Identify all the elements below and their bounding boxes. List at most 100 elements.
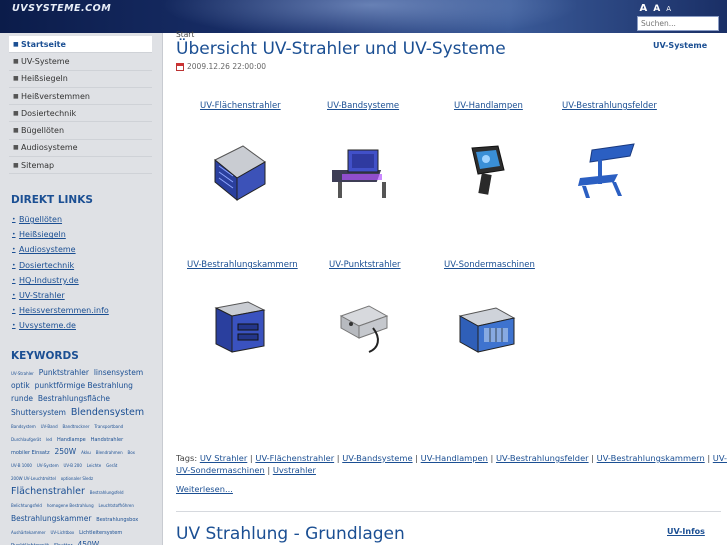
keyword-tag[interactable]: led [46, 437, 52, 442]
keyword-tag[interactable]: Bestrahlungsfläche [38, 394, 110, 403]
tag-link[interactable]: UV Strahler [200, 453, 247, 463]
uv-bestrahlungsfeld-icon[interactable] [574, 142, 638, 202]
nav-item-buegelloeten[interactable]: ■ Bügellöten [9, 122, 152, 140]
keyword-tag[interactable]: UV-B 200 [63, 463, 81, 468]
keyword-tag[interactable]: Gerät [106, 463, 117, 468]
category-link-uv-infos[interactable]: UV-Infos [667, 527, 705, 536]
keyword-tag[interactable]: Akku [81, 450, 91, 455]
keyword-tag[interactable]: Bestrahlungsbox [96, 517, 138, 523]
tags-list: Tags: UV Strahler | UV-Flächenstrahler |… [176, 452, 727, 476]
nav-item-dosiertechnik[interactable]: ■ Dosiertechnik [9, 105, 152, 123]
bullet-icon: • [12, 292, 16, 300]
bullet-icon: ■ [13, 109, 19, 117]
keyword-tag[interactable]: linsensystem [94, 368, 143, 377]
keyword-tag[interactable]: Bestrahlungskammer [11, 514, 91, 523]
sidebar: ■ Startseite ■ UV-Systeme ■ Heißsiegeln ■ He… [0, 33, 163, 545]
keyword-tag[interactable]: Blendensystem [71, 407, 144, 418]
product-link-bestrahlungsfelder[interactable]: UV-Bestrahlungsfelder [562, 101, 657, 111]
tag-link[interactable]: UV-Bestrahlungsfelder [496, 453, 589, 463]
keyword-tag[interactable]: Bestrahlungsfeld [90, 490, 124, 495]
keyword-tag[interactable]: optik [11, 381, 30, 390]
product-link-bestrahlungskammern[interactable]: UV-Bestrahlungskammern [187, 260, 298, 270]
product-link-punktstrahler[interactable]: UV-Punktstrahler [329, 260, 401, 270]
keyword-tag[interactable]: Lichtleitersystem [79, 530, 122, 536]
nav-item-heissverstemmen[interactable]: ■ Heißverstemmen [9, 88, 152, 106]
nav-item-label: Sitemap [21, 160, 55, 170]
keyword-tag[interactable]: Leuchtstoffröhren [99, 503, 134, 508]
calendar-icon [176, 62, 184, 71]
keyword-tag[interactable]: homogene Bestrahlung [47, 503, 94, 508]
breadcrumb[interactable]: Start [176, 30, 194, 39]
uv-bestrahlungskammer-icon[interactable] [210, 296, 270, 356]
search-input[interactable] [637, 16, 719, 31]
keyword-tag[interactable]: Bandtrockner [62, 424, 89, 429]
direct-link-item[interactable]: • UV-Strahler [12, 288, 109, 303]
tag-link[interactable]: UV-Bandsysteme [342, 453, 412, 463]
tag-link[interactable]: Uvstrahler [273, 465, 316, 475]
keyword-tag[interactable]: Flächenstrahler [11, 486, 85, 497]
nav-item-sitemap[interactable]: ■ Sitemap [9, 157, 152, 175]
keyword-tag[interactable]: Blendrahmen [96, 450, 123, 455]
site-logo[interactable]: UVSYSTEME.COM [12, 3, 111, 14]
keyword-tag[interactable]: Bandsystem [11, 424, 36, 429]
direct-link-item[interactable]: • Dosiertechnik [12, 258, 109, 273]
tag-link[interactable]: UV-Punk [713, 453, 727, 463]
keyword-tag[interactable]: Leichte [87, 463, 102, 468]
tag-link[interactable]: UV-Handlampen [421, 453, 488, 463]
tag-link[interactable]: UV-Sondermaschinen [176, 465, 265, 475]
header-swoosh-decoration [160, 0, 580, 33]
keyword-tag[interactable]: 200W UV-Leuchtmittel [11, 476, 56, 481]
product-link-sondermaschinen[interactable]: UV-Sondermaschinen [444, 260, 535, 270]
uv-punktstrahler-icon[interactable] [333, 298, 393, 356]
tag-link[interactable]: UV-Flächenstrahler [255, 453, 334, 463]
keyword-tag[interactable]: UV-System [37, 463, 59, 468]
uv-bandsystem-icon[interactable] [332, 140, 396, 204]
direct-link-label: Uvsysteme.de [19, 321, 76, 331]
keyword-tag[interactable]: 250W [54, 447, 76, 456]
keyword-tag[interactable]: UV-Lichtbox [51, 530, 75, 535]
direct-link-item[interactable]: • HQ-Industry.de [12, 273, 109, 288]
direct-link-item[interactable]: • Bügellöten [12, 212, 109, 227]
keyword-tag[interactable]: mobiler Einsatz [11, 450, 50, 456]
keyword-tag[interactable]: Shuttersystem [11, 408, 66, 417]
keyword-tag[interactable]: 450W [77, 540, 99, 545]
tag-link[interactable]: UV-Bestrahlungskammern [597, 453, 705, 463]
keyword-tag[interactable]: Box [128, 450, 135, 455]
keyword-tag[interactable]: Belichtungsfeld [11, 503, 42, 508]
direct-link-item[interactable]: • Audiosysteme [12, 242, 109, 257]
bullet-icon: • [12, 246, 16, 254]
read-more-link[interactable]: Weiterlesen... [176, 484, 233, 494]
font-increase-button[interactable]: A [639, 4, 647, 14]
keyword-tag[interactable]: UV-B 1000 [11, 463, 32, 468]
direct-link-item[interactable]: • Heissverstemmen.info [12, 303, 109, 318]
keyword-tag[interactable]: Durchlaufgerät [11, 437, 41, 442]
keyword-tag[interactable]: Handlampe [57, 437, 86, 443]
keyword-tag[interactable]: UV-Band [41, 424, 58, 429]
keyword-tag[interactable]: optionaler Sledz [61, 476, 93, 481]
keyword-tag[interactable]: runde [11, 394, 33, 403]
bullet-icon: ■ [13, 75, 19, 83]
direct-link-item[interactable]: • Heißsiegeln [12, 227, 109, 242]
uv-sondermaschine-icon[interactable] [456, 296, 518, 356]
keyword-tag[interactable]: UV-Strahler [11, 371, 34, 376]
nav-item-uv-systeme[interactable]: ■ UV-Systeme [9, 53, 152, 71]
category-link[interactable]: UV-Systeme [653, 41, 707, 50]
keyword-tag[interactable]: Punktstrahler [39, 368, 89, 377]
uv-flaechenstrahler-icon[interactable] [207, 140, 271, 204]
font-decrease-button[interactable]: A [666, 6, 671, 13]
direct-link-label: HQ-Industry.de [19, 275, 79, 285]
bullet-icon: • [12, 307, 16, 315]
direct-link-item[interactable]: • Uvsysteme.de [12, 318, 109, 333]
product-link-bandsysteme[interactable]: UV-Bandsysteme [327, 101, 399, 111]
product-link-flaechenstrahler[interactable]: UV-Flächenstrahler [200, 101, 281, 111]
keyword-tag[interactable]: punktförmige Bestrahlung [35, 381, 133, 390]
nav-item-heisssiegeln[interactable]: ■ Heißsiegeln [9, 71, 152, 88]
uv-handlampe-icon[interactable] [464, 142, 508, 202]
keyword-tag[interactable]: Transportband [94, 424, 123, 429]
product-link-handlampen[interactable]: UV-Handlampen [454, 101, 523, 111]
keyword-tag[interactable]: Aushärtekammer [11, 530, 46, 535]
keyword-tag[interactable]: Handstrahler [91, 437, 124, 443]
font-reset-button[interactable]: A [653, 5, 660, 14]
nav-item-audiosysteme[interactable]: ■ Audiosysteme [9, 140, 152, 158]
nav-item-startseite[interactable]: ■ Startseite [9, 36, 152, 54]
